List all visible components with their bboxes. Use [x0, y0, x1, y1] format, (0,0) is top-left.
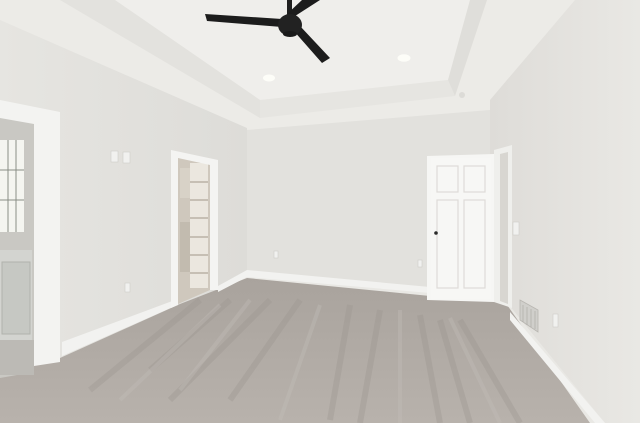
door-knob-icon — [434, 231, 438, 235]
light-switch — [122, 151, 131, 164]
wall-outlet — [552, 313, 559, 328]
bathroom-window — [0, 140, 24, 232]
light-switch — [512, 221, 520, 236]
white-panel-door — [431, 158, 491, 299]
bathroom-floor — [0, 340, 34, 375]
wall-outlet — [124, 282, 131, 293]
light-switch — [110, 150, 119, 163]
wall-outlet — [273, 250, 279, 259]
recessed-light — [263, 74, 275, 82]
recessed-light — [397, 54, 411, 62]
smoke-detector — [459, 92, 465, 98]
wall-outlet — [417, 259, 423, 268]
room-illustration — [0, 0, 640, 423]
bedroom-photo — [0, 0, 640, 423]
